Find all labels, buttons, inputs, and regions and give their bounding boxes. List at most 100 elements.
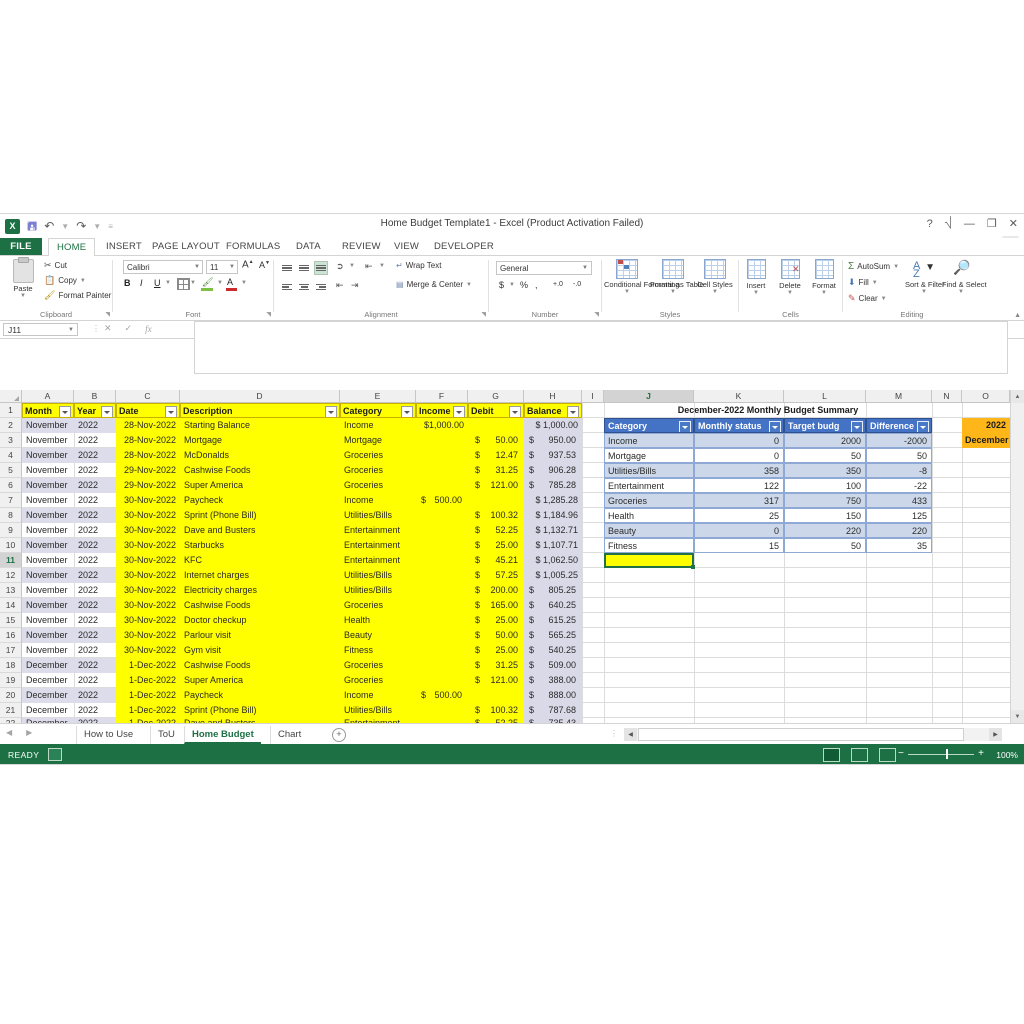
restore-icon[interactable]: ❐ [987, 217, 997, 230]
cell-B14[interactable]: 2022 [74, 598, 116, 613]
tab-data[interactable]: DATA [288, 238, 329, 255]
cell-E11[interactable]: Entertainment [340, 553, 416, 568]
sheet-tab-how-to-use[interactable]: How to Use [76, 726, 140, 744]
wrap-text-button[interactable]: ↵ Wrap Text [396, 261, 441, 270]
cell-H2[interactable]: $ 1,000.00 [524, 418, 582, 433]
cell-L7[interactable]: 750 [784, 493, 866, 508]
cell-C12[interactable]: 30-Nov-2022 [116, 568, 180, 583]
tab-view[interactable]: VIEW [386, 238, 427, 255]
sort-filter-dropdown-arrow[interactable]: ▼ [905, 289, 943, 295]
cell-F12[interactable] [416, 568, 468, 583]
horizontal-scrollbar[interactable]: ◀ ▶ [624, 728, 1002, 741]
borders-icon[interactable] [177, 278, 190, 290]
row-header-19[interactable]: 19 [0, 673, 22, 688]
cell-C10[interactable]: 30-Nov-2022 [116, 538, 180, 553]
cell-B20[interactable]: 2022 [74, 688, 116, 703]
cell-H19[interactable]: $388.00 [524, 673, 582, 688]
row-header-15[interactable]: 15 [0, 613, 22, 628]
find-select-button[interactable]: 🔎 Find & Select ▼ [942, 259, 987, 295]
font-size-select[interactable]: 11 ▼ [206, 260, 238, 274]
merge-dropdown-arrow[interactable]: ▼ [466, 282, 472, 288]
cell-A1[interactable]: Month [22, 403, 74, 418]
filter-dropdown-icon[interactable] [101, 406, 113, 417]
cell-G3[interactable]: $50.00 [468, 433, 524, 448]
cell-H16[interactable]: $565.25 [524, 628, 582, 643]
cell-L8[interactable]: 150 [784, 508, 866, 523]
cell-G16[interactable]: $50.00 [468, 628, 524, 643]
cell-H4[interactable]: $937.53 [524, 448, 582, 463]
filter-dropdown-icon[interactable] [165, 406, 177, 417]
decrease-indent-icon[interactable]: ⇤ [365, 261, 373, 272]
sheet-tab-home-budget[interactable]: Home Budget [184, 726, 261, 744]
cell-D7[interactable]: Paycheck [180, 493, 340, 508]
cell-B4[interactable]: 2022 [74, 448, 116, 463]
row-header-1[interactable]: 1 [0, 403, 22, 418]
cell-K3[interactable]: 0 [694, 433, 784, 448]
cell-A11[interactable]: November [22, 553, 74, 568]
clipboard-dialog-launcher[interactable]: ◥ [105, 311, 110, 318]
cell-D9[interactable]: Dave and Busters [180, 523, 340, 538]
cell-A4[interactable]: November [22, 448, 74, 463]
cell-J9[interactable]: Beauty [604, 523, 694, 538]
align-middle-button[interactable] [297, 261, 311, 275]
italic-button[interactable]: I [140, 278, 143, 288]
cell-G9[interactable]: $52.25 [468, 523, 524, 538]
filter-dropdown-icon[interactable] [769, 421, 781, 432]
indent-dropdown-arrow[interactable]: ▼ [379, 263, 385, 269]
cell-B3[interactable]: 2022 [74, 433, 116, 448]
cell-B10[interactable]: 2022 [74, 538, 116, 553]
cell-A15[interactable]: November [22, 613, 74, 628]
borders-dropdown-arrow[interactable]: ▼ [190, 280, 196, 286]
column-header-o[interactable]: O [962, 390, 1010, 403]
cell-E17[interactable]: Fitness [340, 643, 416, 658]
cell-E10[interactable]: Entertainment [340, 538, 416, 553]
insert-function-icon[interactable]: fx [145, 324, 152, 334]
cell-G2[interactable] [468, 418, 524, 433]
cell-E13[interactable]: Utilities/Bills [340, 583, 416, 598]
filter-dropdown-icon[interactable] [509, 406, 521, 417]
cell-D21[interactable]: Sprint (Phone Bill) [180, 703, 340, 718]
cell-A21[interactable]: December [22, 703, 74, 718]
cell-B9[interactable]: 2022 [74, 523, 116, 538]
cell-B15[interactable]: 2022 [74, 613, 116, 628]
cell-E8[interactable]: Utilities/Bills [340, 508, 416, 523]
number-format-select[interactable]: General ▼ [496, 261, 592, 275]
cell-C17[interactable]: 30-Nov-2022 [116, 643, 180, 658]
add-sheet-button[interactable]: + [332, 728, 346, 742]
format-painter-button[interactable]: 🖌 Format Painter [44, 290, 111, 301]
cell-F1[interactable]: Income [416, 403, 468, 418]
align-bottom-button[interactable] [314, 261, 328, 275]
row-header-9[interactable]: 9 [0, 523, 22, 538]
cell-D14[interactable]: Cashwise Foods [180, 598, 340, 613]
cell-G6[interactable]: $121.00 [468, 478, 524, 493]
cell-E19[interactable]: Groceries [340, 673, 416, 688]
column-header-m[interactable]: M [866, 390, 932, 403]
horizontal-scroll-thumb[interactable] [638, 728, 964, 741]
cell-B6[interactable]: 2022 [74, 478, 116, 493]
cell-B19[interactable]: 2022 [74, 673, 116, 688]
cell-H12[interactable]: $ 1,005.25 [524, 568, 582, 583]
row-header-13[interactable]: 13 [0, 583, 22, 598]
cell-F5[interactable] [416, 463, 468, 478]
format-as-table-dropdown-arrow[interactable]: ▼ [650, 289, 696, 295]
number-dialog-launcher[interactable]: ◥ [594, 311, 599, 318]
cell-B13[interactable]: 2022 [74, 583, 116, 598]
cell-E9[interactable]: Entertainment [340, 523, 416, 538]
next-sheet-icon[interactable]: ▶ [26, 728, 32, 737]
cell-A18[interactable]: December [22, 658, 74, 673]
cell-D5[interactable]: Cashwise Foods [180, 463, 340, 478]
format-cells-button[interactable]: Format ▼ [807, 259, 841, 296]
cell-F6[interactable] [416, 478, 468, 493]
row-header-10[interactable]: 10 [0, 538, 22, 553]
cell-H6[interactable]: $785.28 [524, 478, 582, 493]
copy-button[interactable]: 📋 Copy ▼ [44, 275, 86, 286]
cell-styles-button[interactable]: Cell Styles ▼ [692, 259, 738, 295]
cell-M10[interactable]: 35 [866, 538, 932, 553]
cell-J6[interactable]: Entertainment [604, 478, 694, 493]
cell-L9[interactable]: 220 [784, 523, 866, 538]
underline-dropdown-arrow[interactable]: ▼ [165, 280, 171, 286]
insert-dropdown-arrow[interactable]: ▼ [739, 290, 773, 296]
cell-G14[interactable]: $165.00 [468, 598, 524, 613]
cell-D20[interactable]: Paycheck [180, 688, 340, 703]
close-icon[interactable]: ✕ [1009, 217, 1018, 230]
